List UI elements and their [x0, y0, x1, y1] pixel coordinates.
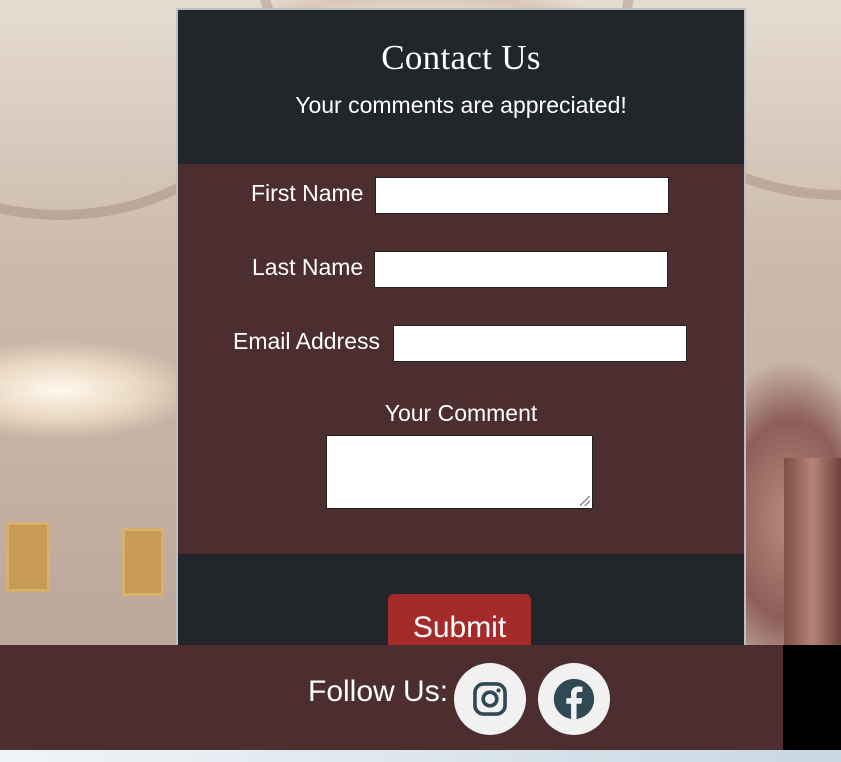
first-name-input[interactable] [375, 177, 669, 214]
first-name-label: First Name [251, 180, 364, 206]
follow-label: Follow Us: [308, 675, 449, 708]
page-title: Contact Us [381, 38, 541, 77]
footer-edge [783, 645, 841, 750]
comment-textarea[interactable] [326, 435, 593, 509]
resize-handle-icon[interactable] [580, 496, 590, 506]
last-name-input[interactable] [374, 251, 668, 288]
email-label: Email Address [233, 328, 381, 354]
facebook-icon [553, 678, 595, 720]
email-input[interactable] [393, 325, 687, 362]
instagram-link[interactable] [454, 663, 526, 735]
page-subtitle: Your comments are appreciated! [295, 92, 627, 118]
last-name-label: Last Name [252, 254, 364, 280]
contact-form: First Name Last Name Email Address Your … [178, 164, 744, 554]
footer: Follow Us: [0, 645, 783, 750]
contact-card: Contact Us Your comments are appreciated… [176, 8, 746, 654]
facebook-link[interactable] [538, 663, 610, 735]
instagram-icon [473, 682, 507, 716]
comment-label: Your Comment [384, 400, 538, 426]
contact-header: Contact Us Your comments are appreciated… [178, 10, 744, 164]
